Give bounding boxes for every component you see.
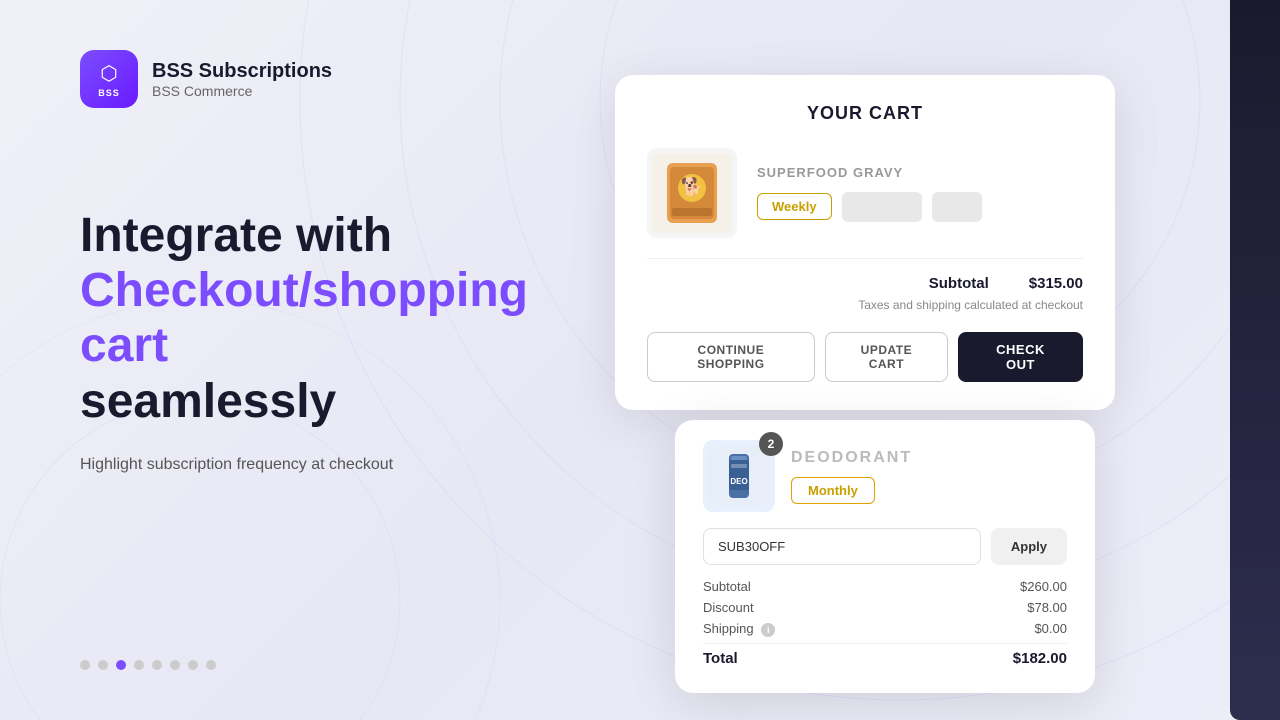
dot-2[interactable] (98, 660, 108, 670)
deodorant-card: DEO 2 DEODORANT Monthly Apply Subtotal $… (675, 420, 1095, 693)
dot-7[interactable] (188, 660, 198, 670)
apply-button[interactable]: Apply (991, 528, 1067, 565)
update-cart-button[interactable]: UPDATE CART (825, 332, 948, 382)
option-placeholder-2 (932, 192, 982, 222)
cart-item: 🐕 SUPERFOOD GRAVY Weekly (647, 148, 1083, 238)
shipping-info-icon[interactable]: i (761, 623, 775, 637)
quantity-badge: 2 (759, 432, 783, 456)
total-summary-row: Total $182.00 (703, 643, 1067, 667)
dot-6[interactable] (170, 660, 180, 670)
cart-subtotal-row: Subtotal $315.00 (647, 275, 1083, 292)
summary-subtotal-label: Subtotal (703, 579, 751, 594)
deodorant-item: DEO 2 DEODORANT Monthly (703, 440, 1067, 512)
subtotal-summary-row: Subtotal $260.00 (703, 579, 1067, 594)
svg-text:DEO: DEO (730, 477, 747, 486)
cart-divider (647, 258, 1083, 259)
option-placeholder-1 (842, 192, 922, 222)
dot-5[interactable] (152, 660, 162, 670)
headline-line1: Integrate with (80, 209, 392, 262)
summary-shipping-value: $0.00 (1034, 621, 1067, 637)
summary-total-label: Total (703, 650, 738, 667)
cart-options: Weekly (757, 192, 1083, 222)
logo-subtitle: BSS Commerce (152, 83, 332, 99)
checkout-button[interactable]: CHECK OUT (958, 332, 1083, 382)
right-panel: YOUR CART 🐕 SUPERFOOD GRAVY Weekly (600, 0, 1280, 720)
tax-note: Taxes and shipping calculated at checkou… (647, 298, 1083, 312)
dot-1[interactable] (80, 660, 90, 670)
coupon-row: Apply (703, 528, 1067, 565)
subtotal-label: Subtotal (929, 275, 989, 292)
product-info: SUPERFOOD GRAVY Weekly (757, 165, 1083, 222)
subtotal-value: $315.00 (1029, 275, 1083, 292)
cart-title: YOUR CART (647, 103, 1083, 124)
deodorant-name: DEODORANT (791, 449, 1067, 467)
continue-shopping-button[interactable]: CONTINUE SHOPPING (647, 332, 815, 382)
logo-area: ⬡ BSS BSS Subscriptions BSS Commerce (80, 50, 560, 108)
product-name: SUPERFOOD GRAVY (757, 165, 1083, 180)
coupon-input[interactable] (703, 528, 981, 565)
dot-3-active[interactable] (116, 660, 126, 670)
device-frame (1230, 0, 1280, 720)
headline-line2: Checkout/shopping cart (80, 264, 528, 372)
summary-shipping-label: Shipping i (703, 621, 775, 637)
summary-total-value: $182.00 (1013, 650, 1067, 667)
dot-4[interactable] (134, 660, 144, 670)
discount-summary-row: Discount $78.00 (703, 600, 1067, 615)
logo-box: ⬡ BSS (80, 50, 138, 108)
left-panel: ⬡ BSS BSS Subscriptions BSS Commerce Int… (0, 0, 640, 720)
svg-text:🐕: 🐕 (681, 176, 703, 197)
logo-bss-label: BSS (98, 88, 120, 98)
logo-title: BSS Subscriptions (152, 60, 332, 83)
shipping-summary-row: Shipping i $0.00 (703, 621, 1067, 637)
headline-line3: seamlessly (80, 375, 336, 428)
cart-card: YOUR CART 🐕 SUPERFOOD GRAVY Weekly (615, 75, 1115, 410)
logo-icon: ⬡ (100, 61, 117, 86)
logo-text-area: BSS Subscriptions BSS Commerce (152, 60, 332, 99)
summary-discount-label: Discount (703, 600, 754, 615)
headline: Integrate with Checkout/shopping cart se… (80, 208, 560, 429)
pagination-dots (80, 660, 560, 670)
product-image: 🐕 (647, 148, 737, 238)
weekly-frequency-badge[interactable]: Weekly (757, 193, 832, 220)
deodorant-info: DEODORANT Monthly (791, 449, 1067, 504)
dot-8[interactable] (206, 660, 216, 670)
summary-discount-value: $78.00 (1027, 600, 1067, 615)
monthly-frequency-badge[interactable]: Monthly (791, 477, 875, 504)
cart-actions: CONTINUE SHOPPING UPDATE CART CHECK OUT (647, 332, 1083, 382)
deodorant-image-wrap: DEO 2 (703, 440, 775, 512)
subtext: Highlight subscription frequency at chec… (80, 453, 560, 477)
summary-subtotal-value: $260.00 (1020, 579, 1067, 594)
